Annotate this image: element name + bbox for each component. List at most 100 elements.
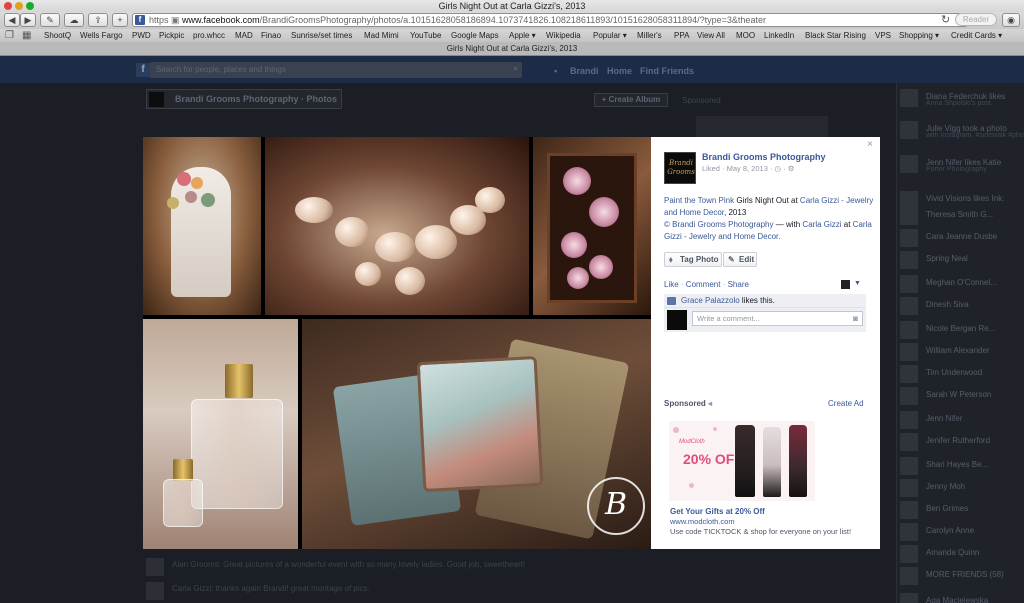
decor-dot — [673, 427, 679, 433]
bookmark-item[interactable]: View All — [697, 30, 725, 41]
bookmark-item[interactable]: Finao — [261, 30, 281, 41]
page-name-link[interactable]: Brandi Grooms Photography — [702, 152, 826, 162]
ad-title-link[interactable]: Get Your Gifts at 20% Off — [670, 507, 765, 516]
chat-friend-row[interactable]: Aga Maciejewska — [900, 591, 1024, 603]
close-icon[interactable]: × — [867, 139, 873, 150]
edit-icon[interactable]: ✎ — [40, 13, 60, 27]
tag-photo-button[interactable]: ⬧ Tag Photo — [664, 252, 722, 267]
avatar — [900, 411, 918, 429]
top-sites-icon[interactable]: ▦ — [22, 30, 31, 41]
profile-thumb-icon[interactable]: ▪ — [554, 66, 557, 76]
facebook-search-input[interactable]: Search for people, places and things ⌕ — [150, 62, 522, 78]
ad-url[interactable]: www.modcloth.com — [670, 517, 735, 526]
bookmark-item[interactable]: YouTube — [410, 30, 441, 41]
bookmark-item[interactable]: MAD — [235, 30, 253, 41]
active-tab[interactable]: Girls Night Out at Carla Gizzi's, 2013 — [447, 44, 577, 53]
post-as-avatar[interactable] — [841, 280, 850, 289]
ring — [167, 197, 179, 209]
credit-link[interactable]: © Brandi Grooms Photography — [664, 220, 774, 229]
bookmark-item[interactable]: ShootQ — [44, 30, 71, 41]
edit-button[interactable]: ✎ Edit — [723, 252, 757, 267]
downloads-icon[interactable]: ◉ — [1002, 13, 1020, 27]
share-icon[interactable]: ⇪ — [88, 13, 108, 27]
reload-icon[interactable]: ↻ — [941, 13, 950, 27]
nav-find-friends[interactable]: Find Friends — [640, 66, 694, 76]
photo-stage[interactable]: B — [143, 137, 651, 549]
bookmark-item[interactable]: Shopping ▾ — [899, 30, 939, 41]
perfume-bottle-small — [163, 479, 203, 527]
chat-friend-row[interactable]: Nicole Bergan Re... — [900, 319, 1024, 341]
bookmark-item[interactable]: Wells Fargo — [80, 30, 123, 41]
bookmark-item[interactable]: PWD — [132, 30, 151, 41]
zoom-window-icon[interactable] — [26, 2, 34, 10]
create-ad-link[interactable]: Create Ad — [828, 399, 864, 408]
bookmark-item[interactable]: Black Star Rising — [805, 30, 866, 41]
icloud-icon[interactable]: ☁ — [64, 13, 84, 27]
bookmark-item[interactable]: Pickpic — [159, 30, 184, 41]
chat-friend-row[interactable]: Theresa Smith G... — [900, 205, 1024, 227]
chat-friend-row[interactable]: Tim Underwood — [900, 363, 1024, 385]
nav-profile[interactable]: Brandi — [570, 66, 599, 76]
liker-name-link[interactable]: Grace Palazzolo — [681, 296, 740, 305]
back-icon[interactable]: ◀ — [4, 13, 20, 27]
credit-person-link[interactable]: Carla Gizzi — [802, 220, 841, 229]
bookmark-item[interactable]: Miller's — [637, 30, 662, 41]
close-window-icon[interactable] — [4, 2, 12, 10]
chat-friend-row[interactable]: Meghan O'Connel... — [900, 273, 1024, 295]
chat-friend-row[interactable]: MORE FRIENDS (58) — [900, 565, 1024, 587]
chat-friend-row[interactable]: Spring Neal — [900, 249, 1024, 271]
comment-input[interactable]: Write a comment... ◙ — [692, 311, 863, 326]
bookmark-item[interactable]: VPS — [875, 30, 891, 41]
page-title-button[interactable]: Brandi Grooms Photography · Photos — [146, 89, 342, 109]
reader-button[interactable]: Reader — [955, 13, 997, 26]
ad-image[interactable]: ModCloth 20% OFF — [669, 421, 815, 501]
chat-friend-row[interactable]: Dinesh Siva — [900, 295, 1024, 317]
comment-link[interactable]: Comment — [686, 280, 721, 289]
avatar — [900, 297, 918, 315]
chat-friend-row[interactable]: Cara Jeanne Dusbe — [900, 227, 1024, 249]
chat-friend-row[interactable]: Jenny Moh — [900, 477, 1024, 499]
chat-friend-row[interactable]: Amanda Quinn — [900, 543, 1024, 565]
chat-friend-row[interactable]: Sarah W Peterson — [900, 385, 1024, 407]
chat-friend-row[interactable]: Ben Grimes — [900, 499, 1024, 521]
chevron-down-icon[interactable]: ▼ — [854, 280, 861, 287]
bookmark-item[interactable]: Credit Cards ▾ — [951, 30, 1002, 41]
bookmark-item[interactable]: Apple ▾ — [509, 30, 536, 41]
chat-friend-name: Ben Grimes — [926, 504, 969, 513]
like-link[interactable]: Like — [664, 280, 679, 289]
bookmark-item[interactable]: pro.whcc — [193, 30, 225, 41]
bookmark-item[interactable]: PPA — [674, 30, 689, 41]
create-album-button[interactable]: + Create Album — [594, 93, 668, 107]
avatar — [900, 343, 918, 361]
reading-list-icon[interactable]: ❐ — [5, 30, 14, 41]
bookmark-item[interactable]: Mad Mimi — [364, 30, 399, 41]
camera-icon[interactable]: ◙ — [853, 312, 858, 325]
background-ad — [696, 116, 828, 138]
chat-friend-row[interactable]: Julie Vigg took a photo with Instagram. #… — [900, 119, 1024, 141]
bookmark-item[interactable]: Wikipedia — [546, 30, 581, 41]
bookmark-item[interactable]: LinkedIn — [764, 30, 794, 41]
bookmark-item[interactable]: Popular ▾ — [593, 30, 627, 41]
chat-friend-row[interactable]: Jenn Nifer likes Katie Porter Photography — [900, 153, 1024, 175]
address-bar[interactable]: f https ▣ www.facebook.com/BrandiGroomsP… — [132, 13, 968, 27]
share-link[interactable]: Share — [728, 280, 749, 289]
bookmark-item[interactable]: Google Maps — [451, 30, 499, 41]
chat-friend-row[interactable]: Jenifer Rutherford — [900, 431, 1024, 453]
bookmark-item[interactable]: MOO — [736, 30, 755, 41]
chat-friend-row[interactable]: Jenn Nifer — [900, 409, 1024, 431]
forward-icon[interactable]: ▶ — [20, 13, 36, 27]
chat-friend-row[interactable]: Carolyn Anne — [900, 521, 1024, 543]
page-logo-text: Brandi Grooms — [667, 159, 695, 176]
caption-link-event[interactable]: Paint the Town Pink — [664, 196, 734, 205]
facebook-logo-icon[interactable]: f — [136, 63, 150, 77]
nav-home[interactable]: Home — [607, 66, 632, 76]
chat-friend-row[interactable]: William Alexander — [900, 341, 1024, 363]
chat-friend-row[interactable]: Shari Hayes Be... — [900, 455, 1024, 477]
new-tab-icon[interactable]: + — [112, 13, 128, 27]
photo-info-panel: × Brandi Grooms Brandi Grooms Photograph… — [651, 137, 880, 549]
bookmark-item[interactable]: Sunrise/set times — [291, 30, 352, 41]
search-icon[interactable]: ⌕ — [513, 63, 518, 74]
page-logo[interactable]: Brandi Grooms — [664, 152, 696, 184]
minimize-window-icon[interactable] — [15, 2, 23, 10]
chat-friend-row[interactable]: Diana Federchuk likes Anna Shpolski's pos… — [900, 87, 1024, 109]
